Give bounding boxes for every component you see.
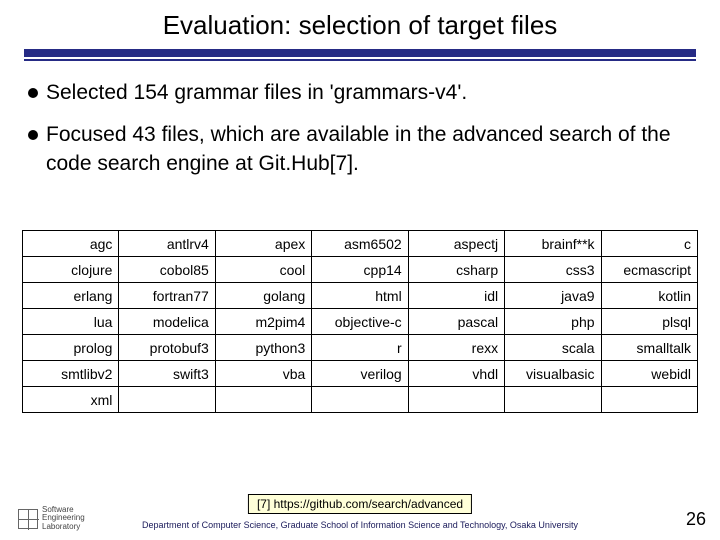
title-rule-thick	[24, 49, 696, 57]
table-cell	[601, 387, 697, 413]
table-cell: vhdl	[408, 361, 504, 387]
lab-logo-text: SoftwareEngineeringLaboratory	[42, 506, 85, 532]
table-cell: fortran77	[119, 283, 215, 309]
table-row: xml	[23, 387, 698, 413]
table-cell: apex	[215, 231, 311, 257]
table-cell	[215, 387, 311, 413]
table-cell: scala	[505, 335, 601, 361]
bullet-icon	[28, 88, 38, 98]
table-row: agcantlrv4apexasm6502aspectjbrainf**kc	[23, 231, 698, 257]
reference-box: [7] https://github.com/search/advanced	[248, 494, 472, 514]
table-cell: aspectj	[408, 231, 504, 257]
bullet-icon	[28, 130, 38, 140]
table-cell: java9	[505, 283, 601, 309]
slide-title: Evaluation: selection of target files	[20, 10, 700, 49]
table-cell: php	[505, 309, 601, 335]
table-cell: idl	[408, 283, 504, 309]
table-cell: smalltalk	[601, 335, 697, 361]
bullet-text: Focused 43 files, which are available in…	[46, 121, 690, 178]
table-cell: modelica	[119, 309, 215, 335]
grammar-table: agcantlrv4apexasm6502aspectjbrainf**kccl…	[22, 230, 698, 413]
table-cell: asm6502	[312, 231, 408, 257]
table-cell: objective-c	[312, 309, 408, 335]
table-cell: agc	[23, 231, 119, 257]
lab-logo-icon	[18, 509, 38, 529]
table-cell: rexx	[408, 335, 504, 361]
table-cell: r	[312, 335, 408, 361]
table-cell: pascal	[408, 309, 504, 335]
table-cell	[312, 387, 408, 413]
table-cell: cpp14	[312, 257, 408, 283]
page-number: 26	[686, 509, 706, 530]
table-cell: csharp	[408, 257, 504, 283]
bullet-text: Selected 154 grammar files in 'grammars-…	[46, 79, 690, 107]
table-row: clojurecobol85coolcpp14csharpcss3ecmascr…	[23, 257, 698, 283]
bullet-list: Selected 154 grammar files in 'grammars-…	[0, 61, 720, 202]
bullet-item: Selected 154 grammar files in 'grammars-…	[28, 79, 690, 107]
table-cell: python3	[215, 335, 311, 361]
table-cell: swift3	[119, 361, 215, 387]
table-cell: ecmascript	[601, 257, 697, 283]
table-cell: xml	[23, 387, 119, 413]
table-cell: webidl	[601, 361, 697, 387]
table-cell: vba	[215, 361, 311, 387]
table-row: erlangfortran77golanghtmlidljava9kotlin	[23, 283, 698, 309]
table-cell: brainf**k	[505, 231, 601, 257]
table-cell	[119, 387, 215, 413]
table-cell: m2pim4	[215, 309, 311, 335]
table-cell: prolog	[23, 335, 119, 361]
table-cell: erlang	[23, 283, 119, 309]
lab-logo: SoftwareEngineeringLaboratory	[18, 506, 85, 532]
table-cell: lua	[23, 309, 119, 335]
table-cell: golang	[215, 283, 311, 309]
table-row: luamodelicam2pim4objective-cpascalphppls…	[23, 309, 698, 335]
table-cell	[505, 387, 601, 413]
table-cell: smtlibv2	[23, 361, 119, 387]
table-cell: visualbasic	[505, 361, 601, 387]
table-cell: verilog	[312, 361, 408, 387]
table-cell: cobol85	[119, 257, 215, 283]
table-cell: html	[312, 283, 408, 309]
table-cell: css3	[505, 257, 601, 283]
affiliation-text: Department of Computer Science, Graduate…	[142, 520, 578, 530]
table-row: smtlibv2swift3vbaverilogvhdlvisualbasicw…	[23, 361, 698, 387]
table-cell	[408, 387, 504, 413]
table-row: prologprotobuf3python3rrexxscalasmalltal…	[23, 335, 698, 361]
table-cell: clojure	[23, 257, 119, 283]
table-cell: cool	[215, 257, 311, 283]
table-cell: kotlin	[601, 283, 697, 309]
bullet-item: Focused 43 files, which are available in…	[28, 121, 690, 178]
table-cell: plsql	[601, 309, 697, 335]
table-cell: antlrv4	[119, 231, 215, 257]
table-cell: protobuf3	[119, 335, 215, 361]
table-cell: c	[601, 231, 697, 257]
